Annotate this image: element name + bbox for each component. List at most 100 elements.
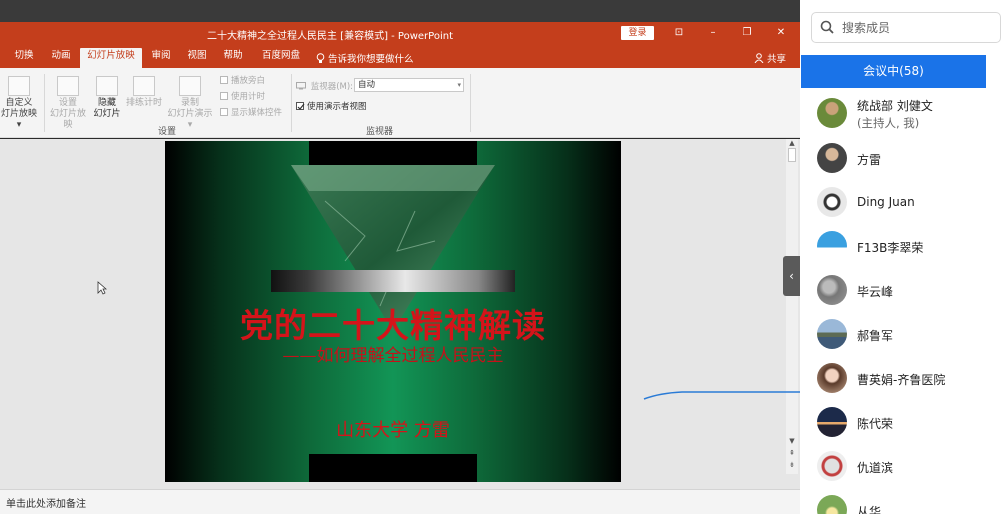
search-icon: [820, 20, 834, 34]
record-slide-show-button[interactable]: 录制 幻灯片演示 ▾: [164, 76, 216, 131]
member-name: 统战部 刘健文: [857, 99, 933, 113]
tab-help[interactable]: 帮助: [218, 48, 248, 68]
setup-show-icon: [57, 76, 79, 96]
list-item[interactable]: 陈代荣: [800, 402, 1003, 446]
window-title: 二十大精神之全过程人民民主 [兼容模式] - PowerPoint: [206, 31, 453, 42]
ribbon-separator: [470, 74, 471, 132]
notes-pane[interactable]: 单击此处添加备注: [0, 489, 800, 514]
chevron-down-icon: ▾: [457, 81, 461, 89]
notes-placeholder: 单击此处添加备注: [6, 499, 86, 510]
member-name: 曹英娟-齐鲁医院: [857, 373, 946, 387]
play-narrations-checkbox[interactable]: 播放旁白: [220, 74, 265, 86]
ribbon-separator: [291, 74, 292, 132]
member-role: (主持人, 我): [857, 116, 920, 130]
list-item[interactable]: Ding Juan: [800, 182, 1003, 226]
person-icon: [754, 53, 767, 65]
avatar: [817, 143, 847, 173]
ribbon-display-icon[interactable]: ⊡: [668, 25, 690, 41]
rehearse-timings-button[interactable]: 排练计时: [124, 76, 164, 109]
custom-show-icon: [8, 76, 30, 96]
list-item[interactable]: 毕云峰: [800, 270, 1003, 314]
avatar: [817, 407, 847, 437]
monitor-label-text: 监视器(M):: [310, 82, 354, 92]
list-item[interactable]: 郝鲁军: [800, 314, 1003, 358]
show-media-controls-label: 显示媒体控件: [231, 108, 283, 118]
group-label-setup: 设置: [158, 127, 177, 137]
hide-slide-button[interactable]: 隐藏 幻灯片: [92, 76, 122, 120]
tell-me-text: 告诉我你想要做什么: [328, 54, 414, 65]
slide-editing-area: 党的二十大精神解读 ——如何理解全过程人民民主 山东大学 方雷: [0, 139, 800, 489]
share-label: 共享: [767, 54, 787, 65]
tell-me-box[interactable]: 告诉我你想要做什么: [316, 51, 414, 65]
tab-view[interactable]: 视图: [182, 48, 212, 68]
avatar: [817, 451, 847, 481]
rehearse-label: 排练计时: [125, 98, 162, 108]
member-name: 仇道滨: [857, 461, 894, 475]
tab-review[interactable]: 审阅: [146, 48, 176, 68]
use-timings-label: 使用计时: [231, 92, 266, 102]
slide-subtitle: ——如何理解全过程人民民主: [282, 346, 504, 366]
avatar: [817, 98, 847, 128]
share-button[interactable]: 共享: [754, 51, 786, 65]
minimize-button[interactable]: –: [702, 25, 724, 41]
scrollbar-thumb[interactable]: [788, 148, 796, 162]
slide-author: 山东大学 方雷: [336, 420, 450, 441]
custom-show-label-2: 灯片放映 ▾: [0, 109, 37, 130]
presenter-view-checkbox[interactable]: 使用演示者视图: [296, 100, 367, 112]
previous-slide-icon[interactable]: ⇞: [786, 449, 798, 457]
slide-canvas[interactable]: 党的二十大精神解读 ——如何理解全过程人民民主 山东大学 方雷: [165, 141, 621, 482]
next-slide-icon[interactable]: ⇟: [786, 461, 798, 469]
list-item[interactable]: 曹英娟-齐鲁医院: [800, 358, 1003, 402]
show-media-controls-checkbox[interactable]: 显示媒体控件: [220, 106, 282, 118]
list-item[interactable]: 从华: [800, 490, 1003, 514]
setup-slide-show-button[interactable]: 设置 幻灯片放映: [46, 76, 90, 131]
close-button[interactable]: ✕: [770, 25, 792, 41]
monitor-select[interactable]: 自动 ▾: [354, 78, 464, 92]
avatar: [817, 319, 847, 349]
member-name: 陈代荣: [857, 417, 894, 431]
list-item[interactable]: 方雷: [800, 138, 1003, 182]
use-timings-checkbox[interactable]: 使用计时: [220, 90, 265, 102]
scroll-down-icon[interactable]: ▼: [786, 437, 798, 445]
monitor-icon: [296, 82, 308, 92]
slide-metal-bar: [271, 270, 515, 292]
member-name: 郝鲁军: [857, 329, 894, 343]
tab-animations[interactable]: 动画: [45, 48, 77, 68]
login-button[interactable]: 登录: [621, 26, 654, 40]
panel-collapse-button[interactable]: ‹: [783, 256, 800, 296]
lightbulb-icon: [316, 53, 328, 65]
member-name: Ding Juan: [857, 195, 915, 209]
member-search-input[interactable]: [842, 19, 992, 37]
custom-slide-show-button[interactable]: 自定义 灯片放映 ▾: [0, 76, 40, 131]
member-name: 从华: [857, 505, 882, 514]
record-icon: [179, 76, 201, 96]
group-label-monitors: 监视器: [366, 127, 394, 137]
monitor-label: 监视器(M):: [296, 80, 353, 92]
slide-title: 党的二十大精神解读: [240, 306, 546, 345]
tab-slide-show[interactable]: 幻灯片放映: [80, 48, 142, 68]
avatar: [817, 495, 847, 514]
record-label-1: 录制: [180, 98, 199, 108]
tab-transitions[interactable]: 切换: [8, 48, 40, 68]
tab-baidu-netdisk[interactable]: 百度网盘: [256, 48, 306, 68]
list-item[interactable]: F13B李翠荣: [800, 226, 1003, 270]
scroll-up-icon[interactable]: ▲: [786, 139, 798, 147]
title-bar: 二十大精神之全过程人民民主 [兼容模式] - PowerPoint 登录 ⊡ –…: [0, 22, 800, 44]
member-search-box[interactable]: [811, 12, 1001, 43]
screen: 二十大精神之全过程人民民主 [兼容模式] - PowerPoint 登录 ⊡ –…: [0, 0, 1003, 514]
member-panel: 会议中(58) 统战部 刘健文 (主持人, 我) 方雷 Ding Juan F1…: [800, 0, 1003, 514]
member-name: F13B李翠荣: [857, 241, 924, 255]
member-name: 毕云峰: [857, 285, 894, 299]
hide-slide-label-1: 隐藏: [97, 98, 116, 108]
play-narrations-label: 播放旁白: [231, 76, 266, 86]
avatar: [817, 231, 847, 261]
hide-slide-label-2: 幻灯片: [93, 109, 121, 119]
list-item[interactable]: 仇道滨: [800, 446, 1003, 490]
avatar: [817, 187, 847, 217]
list-item[interactable]: 统战部 刘健文 (主持人, 我): [800, 92, 1003, 136]
avatar: [817, 275, 847, 305]
vertical-scrollbar[interactable]: ▲ ▼ ⇞ ⇟: [786, 139, 798, 474]
restore-button[interactable]: ❐: [736, 25, 758, 41]
mouse-cursor-icon: [97, 281, 107, 295]
in-meeting-tab[interactable]: 会议中(58): [801, 55, 986, 88]
